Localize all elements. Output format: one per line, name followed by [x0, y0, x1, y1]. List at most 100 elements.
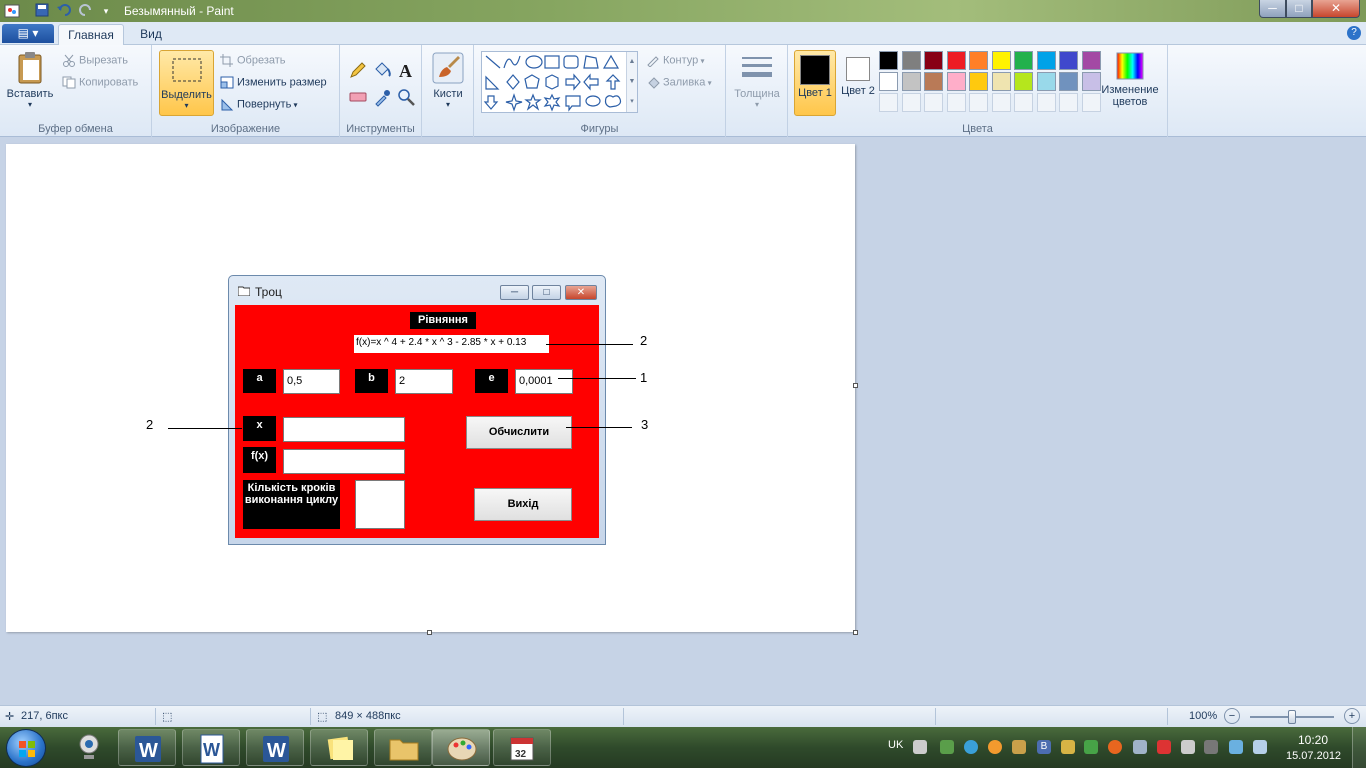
calculate-button[interactable]: Обчислити [466, 416, 572, 449]
maximize-button[interactable]: □ [1286, 0, 1312, 18]
canvas-resize-handle-corner[interactable] [853, 630, 858, 635]
tab-view[interactable]: Вид [128, 24, 174, 45]
palette-color-swatch[interactable] [924, 72, 943, 91]
palette-custom-swatch[interactable] [1059, 93, 1078, 112]
palette-color-swatch[interactable] [1036, 72, 1056, 91]
save-icon[interactable] [34, 3, 50, 19]
fill-button[interactable]: Заливка ▾ [646, 76, 712, 89]
eraser-tool[interactable] [346, 85, 368, 107]
taskbar-explorer[interactable] [374, 729, 432, 766]
palette-color-swatch[interactable] [879, 72, 898, 91]
palette-color-swatch[interactable] [991, 51, 1011, 70]
resize-button[interactable]: Изменить размер [220, 76, 327, 89]
palette-color-swatch[interactable] [879, 51, 898, 70]
copy-button[interactable]: Копировать [62, 76, 138, 89]
x-output[interactable] [283, 417, 405, 442]
taskbar-calendar-app[interactable]: 32 [493, 729, 551, 766]
pencil-tool[interactable] [346, 58, 368, 80]
exit-button[interactable]: Вихід [474, 488, 572, 521]
network-icon[interactable] [1157, 740, 1171, 754]
keyboard-icon[interactable] [913, 740, 927, 754]
undo-icon[interactable] [56, 3, 72, 19]
taskbar-word-2[interactable]: W [182, 729, 240, 766]
tray-app-icon[interactable] [1012, 740, 1026, 754]
palette-color-swatch[interactable] [969, 72, 988, 91]
tab-home[interactable]: Главная [58, 24, 124, 45]
palette-color-swatch[interactable] [1036, 51, 1056, 70]
palette-color-swatch[interactable] [1014, 51, 1033, 70]
clock-time[interactable]: 10:20 [1298, 733, 1328, 747]
form-minimize-button[interactable]: ─ [500, 285, 529, 300]
drawing-canvas[interactable]: Троц ─ □ ✕ Рівняння f(x)=x ^ 4 + 2.4 * x… [6, 144, 855, 632]
battery-icon[interactable] [940, 740, 954, 754]
rotate-button[interactable]: Повернуть ▾ [220, 98, 298, 111]
zoom-slider-track[interactable] [1250, 710, 1334, 724]
zoom-in-button[interactable]: + [1344, 708, 1360, 724]
palette-color-swatch[interactable] [946, 51, 966, 70]
palette-color-swatch[interactable] [901, 51, 921, 70]
palette-color-swatch[interactable] [924, 51, 943, 70]
crop-button[interactable]: Обрезать [220, 54, 286, 67]
app-menu-button[interactable]: ▤ ▾ [2, 24, 54, 43]
steps-output[interactable] [355, 480, 405, 529]
shapes-scroll[interactable]: ▲ ▼ ▾ [626, 52, 637, 112]
palette-custom-swatch[interactable] [946, 93, 966, 112]
palette-color-swatch[interactable] [969, 51, 988, 70]
palette-color-swatch[interactable] [1014, 72, 1033, 91]
zoom-out-button[interactable]: − [1224, 708, 1240, 724]
palette-custom-swatch[interactable] [991, 93, 1011, 112]
taskbar-paint[interactable] [432, 729, 490, 766]
start-button[interactable] [6, 729, 46, 767]
palette-custom-swatch[interactable] [1014, 93, 1033, 112]
palette-custom-swatch[interactable] [969, 93, 988, 112]
tray-app-icon[interactable] [1229, 740, 1243, 754]
volume-icon[interactable] [1181, 740, 1195, 754]
taskbar-word-1[interactable]: W [118, 729, 176, 766]
tray-app-icon[interactable] [1061, 740, 1075, 754]
size-button[interactable]: Толщина ▾ [732, 51, 782, 109]
palette-custom-swatch[interactable] [901, 93, 921, 112]
palette-custom-swatch[interactable] [879, 93, 898, 112]
vk-icon[interactable]: B [1037, 740, 1051, 754]
tray-app-icon[interactable] [1253, 740, 1267, 754]
taskbar-sticky-notes[interactable] [310, 729, 368, 766]
e-input[interactable]: 0,0001 [515, 369, 573, 394]
select-button[interactable]: Выделить ▾ [159, 50, 214, 116]
form-close-button[interactable]: ✕ [565, 285, 597, 300]
a-input[interactable]: 0,5 [283, 369, 340, 394]
palette-color-swatch[interactable] [1059, 72, 1078, 91]
palette-color-swatch[interactable] [991, 72, 1011, 91]
outline-button[interactable]: Контур ▾ [646, 54, 705, 68]
fx-output[interactable] [283, 449, 405, 474]
brushes-button[interactable]: Кисти ▾ [428, 51, 468, 109]
magnifier-tool[interactable] [394, 85, 416, 107]
color2-button[interactable]: Цвет 2 [840, 50, 876, 116]
tray-app-icon[interactable] [1133, 740, 1147, 754]
canvas-resize-handle-bottom[interactable] [427, 630, 432, 635]
taskbar-word-3[interactable]: W [246, 729, 304, 766]
tray-app-icon[interactable] [1084, 740, 1098, 754]
tray-app-icon[interactable] [988, 740, 1002, 754]
close-button[interactable]: ✕ [1312, 0, 1360, 18]
cut-button[interactable]: Вырезать [62, 54, 128, 67]
palette-color-swatch[interactable] [1059, 51, 1078, 70]
tray-app-icon[interactable] [1108, 740, 1122, 754]
zoom-slider-thumb[interactable] [1288, 710, 1296, 724]
paint-app-icon[interactable] [4, 3, 20, 19]
palette-color-swatch[interactable] [901, 72, 921, 91]
form-maximize-button[interactable]: □ [532, 285, 561, 300]
canvas-resize-handle-right[interactable] [853, 383, 858, 388]
flag-icon[interactable] [1204, 740, 1218, 754]
edit-colors-button[interactable]: Изменение цветов [1098, 51, 1162, 108]
help-icon[interactable]: ? [1347, 26, 1361, 40]
color-picker-tool[interactable] [370, 85, 392, 107]
paste-button[interactable]: Вставить ▾ [4, 51, 56, 109]
palette-custom-swatch[interactable] [1036, 93, 1056, 112]
b-input[interactable]: 2 [395, 369, 453, 394]
quick-access-dropdown-icon[interactable]: ▾ [98, 3, 114, 19]
text-tool[interactable]: A [394, 58, 416, 81]
fill-tool[interactable] [370, 58, 392, 80]
webcam-app-icon[interactable] [76, 733, 102, 763]
palette-custom-swatch[interactable] [924, 93, 943, 112]
minimize-button[interactable]: ─ [1259, 0, 1286, 18]
